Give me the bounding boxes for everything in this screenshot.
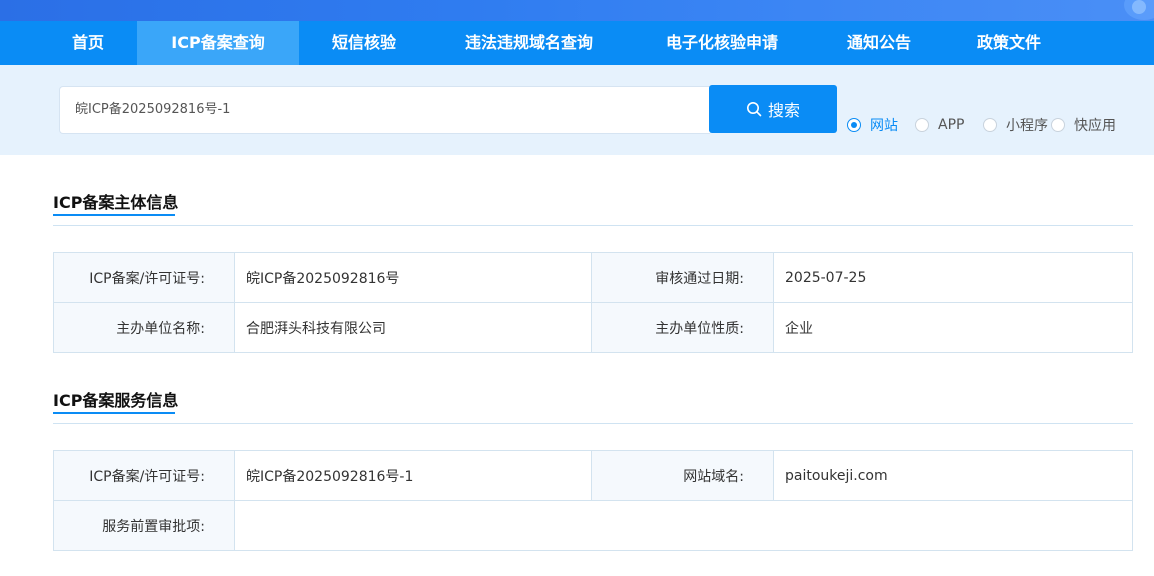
domain-value: paitoukeji.com: [785, 467, 888, 484]
pre-approval-label: 服务前置审批项:: [102, 518, 205, 535]
domain-value-cell: paitoukeji.com: [774, 451, 1132, 501]
service-info-table: ICP备案/许可证号: 皖ICP备2025092816号-1 网站域名: pai…: [53, 450, 1133, 551]
service-license-value-cell: 皖ICP备2025092816号-1: [235, 451, 592, 501]
org-type-value: 企业: [785, 320, 813, 337]
radio-label: 小程序: [1006, 118, 1048, 134]
radio-dot: [1051, 118, 1065, 132]
top-banner: [0, 0, 1154, 21]
search-icon: [746, 102, 762, 117]
org-type-value-cell: 企业: [774, 303, 1132, 352]
search-button[interactable]: 搜索: [709, 85, 837, 133]
search-type-radio-group: 网站 APP 小程序 快应用: [847, 115, 1147, 135]
license-label-cell: ICP备案/许可证号:: [54, 253, 235, 303]
org-name-label: 主办单位名称:: [116, 320, 205, 337]
pre-approval-label-cell: 服务前置审批项:: [54, 501, 235, 550]
org-name-value-cell: 合肥湃头科技有限公司: [235, 303, 592, 352]
radio-label: 网站: [870, 118, 898, 134]
approve-date-label: 审核通过日期:: [655, 270, 744, 287]
main-navbar: 首页 ICP备案查询 短信核验 违法违规域名查询 电子化核验申请 通知公告 政策…: [0, 21, 1154, 65]
pre-approval-value-cell: [235, 501, 1132, 550]
nav-icp-query[interactable]: ICP备案查询: [137, 21, 299, 65]
section-divider: [53, 225, 1133, 226]
section-title-service: ICP备案服务信息: [53, 387, 179, 414]
section-divider: [53, 423, 1133, 424]
search-input[interactable]: 皖ICP备2025092816号-1: [59, 86, 710, 134]
approve-date-value-cell: 2025-07-25: [774, 253, 1132, 303]
domain-label: 网站域名:: [683, 468, 744, 485]
approve-date-value: 2025-07-25: [785, 269, 867, 286]
org-name-label-cell: 主办单位名称:: [54, 303, 235, 352]
section-title-underline: [53, 214, 175, 216]
license-value-cell: 皖ICP备2025092816号: [235, 253, 592, 303]
section-title-text: ICP备案服务信息: [53, 391, 179, 410]
org-name-value: 合肥湃头科技有限公司: [246, 320, 386, 337]
service-license-label: ICP备案/许可证号:: [89, 468, 205, 485]
service-license-value: 皖ICP备2025092816号-1: [246, 468, 414, 485]
radio-dot: [983, 118, 997, 132]
approve-date-label-cell: 审核通过日期:: [592, 253, 774, 303]
radio-dot: [915, 118, 929, 132]
service-license-label-cell: ICP备案/许可证号:: [54, 451, 235, 501]
radio-label: APP: [938, 117, 965, 133]
org-type-label: 主办单位性质:: [655, 320, 744, 337]
org-type-label-cell: 主办单位性质:: [592, 303, 774, 352]
radio-quick-app[interactable]: 快应用: [1051, 115, 1116, 135]
license-value: 皖ICP备2025092816号: [246, 270, 400, 287]
banner-decoration-dot: [1132, 0, 1146, 14]
radio-dot: [847, 118, 861, 132]
radio-mini-program[interactable]: 小程序: [983, 115, 1048, 135]
radio-app[interactable]: APP: [915, 115, 964, 135]
section-title-text: ICP备案主体信息: [53, 193, 179, 212]
section-title-subject: ICP备案主体信息: [53, 189, 179, 216]
search-area: 皖ICP备2025092816号-1 搜索 网站 APP 小程序 快应用: [0, 65, 1154, 155]
nav-notices[interactable]: 通知公告: [826, 21, 932, 65]
nav-illegal-domain-query[interactable]: 违法违规域名查询: [444, 21, 614, 65]
radio-label: 快应用: [1074, 118, 1116, 134]
radio-website[interactable]: 网站: [847, 115, 898, 135]
section-title-underline: [53, 412, 175, 414]
nav-sms-verify[interactable]: 短信核验: [309, 21, 419, 65]
search-button-label: 搜索: [767, 101, 800, 120]
license-label: ICP备案/许可证号:: [89, 270, 205, 287]
nav-policy-docs[interactable]: 政策文件: [956, 21, 1062, 65]
nav-home[interactable]: 首页: [46, 21, 130, 65]
domain-label-cell: 网站域名:: [592, 451, 774, 501]
subject-info-table: ICP备案/许可证号: 皖ICP备2025092816号 审核通过日期: 202…: [53, 252, 1133, 353]
nav-electronic-verify-apply[interactable]: 电子化核验申请: [644, 21, 800, 65]
